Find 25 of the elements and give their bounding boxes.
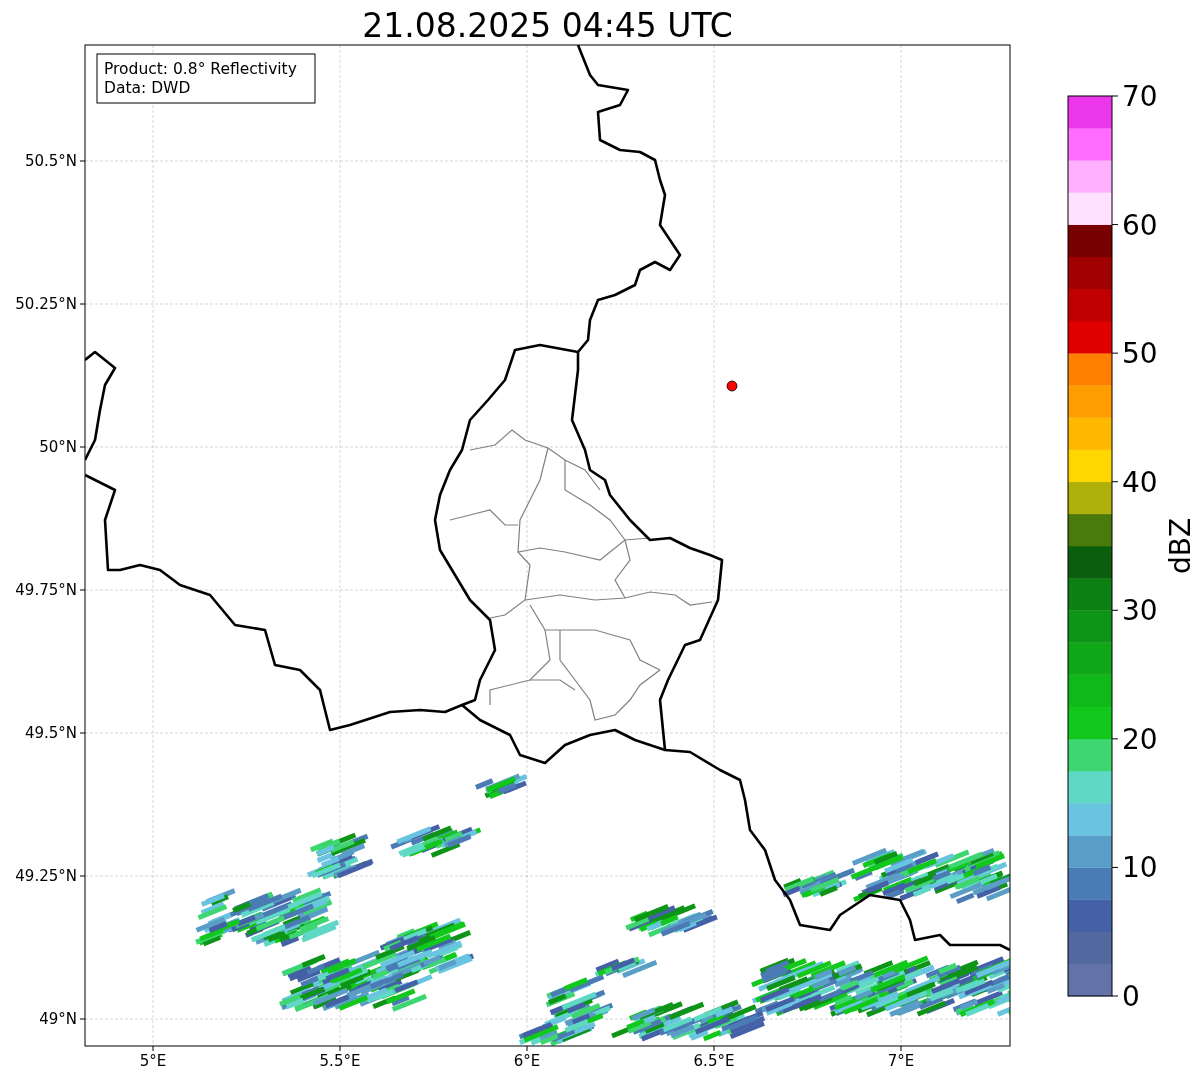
info-text: Data: DWD (104, 79, 191, 97)
radar-site-marker (726, 380, 738, 392)
axis-tick-label: 7°E (887, 1052, 915, 1070)
axis-tick-label: 49.75°N (15, 581, 77, 599)
plot-title: 21.08.2025 04:45 UTC (362, 6, 733, 45)
axis-tick-label: 50.5°N (24, 152, 77, 170)
info-text: Product: 0.8° Reflectivity (104, 60, 297, 78)
axis-tick-label: 5.5°E (319, 1052, 361, 1070)
axis-tick-label: 50°N (39, 438, 77, 456)
axis-tick-label: 50.25°N (15, 295, 77, 313)
axis-tick-label: 49.25°N (15, 867, 77, 885)
axis-tick-label: 5°E (139, 1052, 167, 1070)
axis-tick-label: 6°E (513, 1052, 541, 1070)
colorbar-tick-label: 20 (1122, 722, 1158, 756)
colorbar-tick-label: 10 (1122, 851, 1158, 885)
colorbar-tick-label: 60 (1122, 208, 1158, 242)
axis-tick-label: 49.5°N (24, 724, 77, 742)
colorbar-tick-label: 50 (1122, 337, 1158, 371)
colorbar-tick-label: 40 (1122, 465, 1158, 499)
colorbar-tick-label: 30 (1122, 594, 1158, 628)
colorbar-tick-label: 70 (1122, 80, 1158, 113)
axis-tick-label: 49°N (39, 1010, 77, 1028)
axis-tick-label: 6.5°E (693, 1052, 735, 1070)
colorbar-label: dBZ (1164, 517, 1197, 575)
colorbar-tick-label: 0 (1122, 980, 1140, 1013)
